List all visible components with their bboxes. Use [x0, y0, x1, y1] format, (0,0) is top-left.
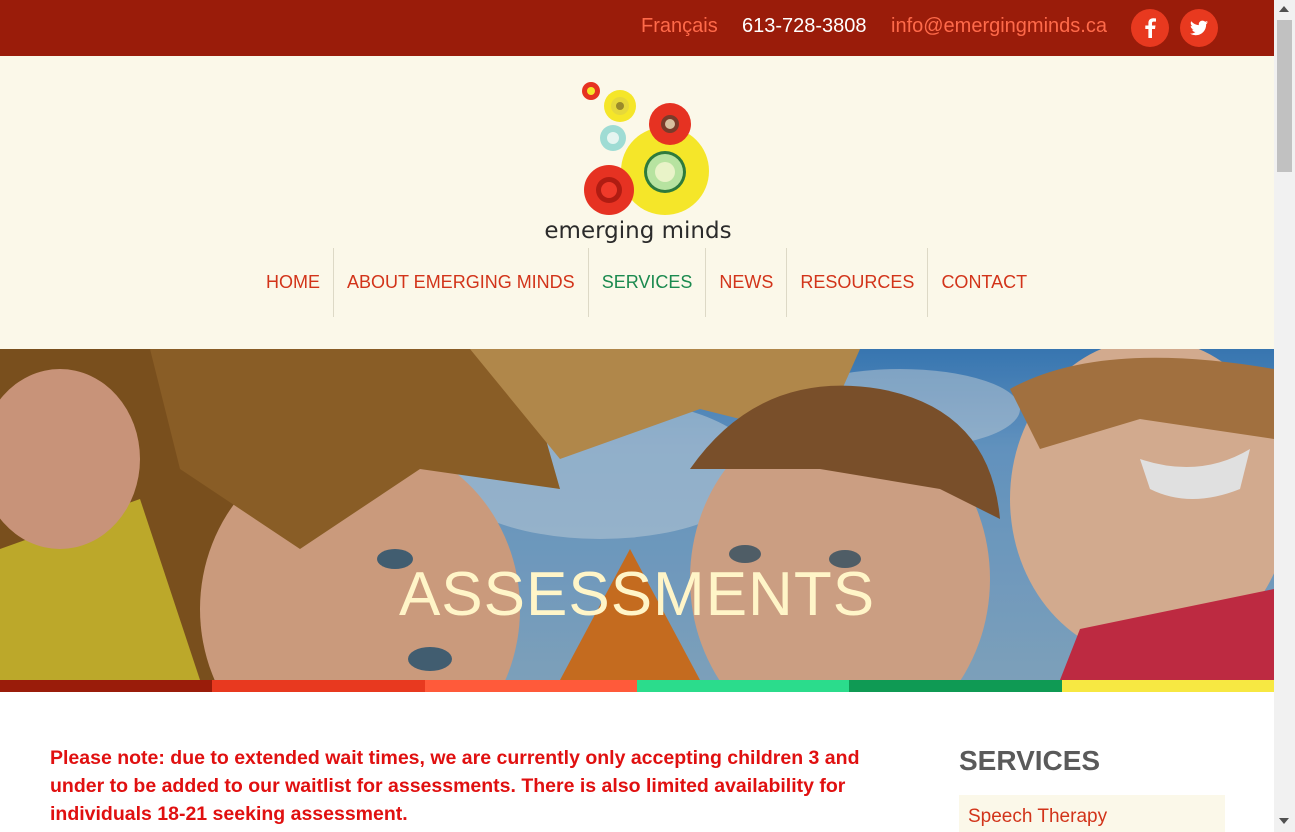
facebook-icon — [1145, 18, 1156, 38]
scroll-down-icon[interactable] — [1279, 818, 1289, 824]
page-title: ASSESSMENTS — [398, 560, 876, 629]
twitter-button[interactable] — [1180, 9, 1218, 47]
waitlist-notice: Please note: due to extended wait times,… — [50, 747, 860, 825]
sidebar-item-label: Speech Therapy — [968, 806, 1108, 827]
stripe-segment — [212, 680, 425, 692]
main-nav: HOME ABOUT EMERGING MINDS SERVICES NEWS … — [253, 248, 1040, 317]
stripe-segment — [0, 680, 213, 692]
stripe-segment — [424, 680, 637, 692]
logo-text: emerging minds — [544, 218, 732, 244]
scrollbar[interactable] — [1274, 0, 1295, 832]
nav-item-resources[interactable]: RESOURCES — [786, 248, 927, 317]
logo[interactable]: emerging minds — [538, 76, 738, 251]
nav-item-about[interactable]: ABOUT EMERGING MINDS — [333, 248, 588, 317]
nav-item-home[interactable]: HOME — [253, 248, 333, 317]
hero-children-photo — [0, 349, 1274, 680]
top-bar: Français 613-728-3808 info@emergingminds… — [0, 0, 1274, 56]
hero-banner: ASSESSMENTS — [0, 349, 1274, 680]
stripe-segment — [849, 680, 1062, 692]
sidebar-item-speech-therapy[interactable]: Speech Therapy — [959, 795, 1225, 832]
color-stripe-bar — [0, 680, 1274, 692]
nav-item-news[interactable]: NEWS — [705, 248, 786, 317]
email-link[interactable]: info@emergingminds.ca — [891, 15, 1107, 38]
scroll-up-icon[interactable] — [1279, 6, 1289, 12]
logo-circles-icon — [582, 82, 709, 215]
site-header: emerging minds HOME ABOUT EMERGING MINDS… — [0, 56, 1274, 349]
phone-number[interactable]: 613-728-3808 — [742, 15, 867, 38]
nav-item-contact[interactable]: CONTACT — [927, 248, 1040, 317]
facebook-button[interactable] — [1131, 9, 1169, 47]
sidebar-title: SERVICES — [959, 745, 1101, 776]
language-link[interactable]: Français — [641, 15, 718, 38]
stripe-segment — [636, 680, 850, 692]
scroll-thumb[interactable] — [1277, 20, 1292, 172]
stripe-segment — [1061, 680, 1274, 692]
twitter-icon — [1190, 20, 1208, 36]
nav-item-services[interactable]: SERVICES — [587, 248, 706, 317]
